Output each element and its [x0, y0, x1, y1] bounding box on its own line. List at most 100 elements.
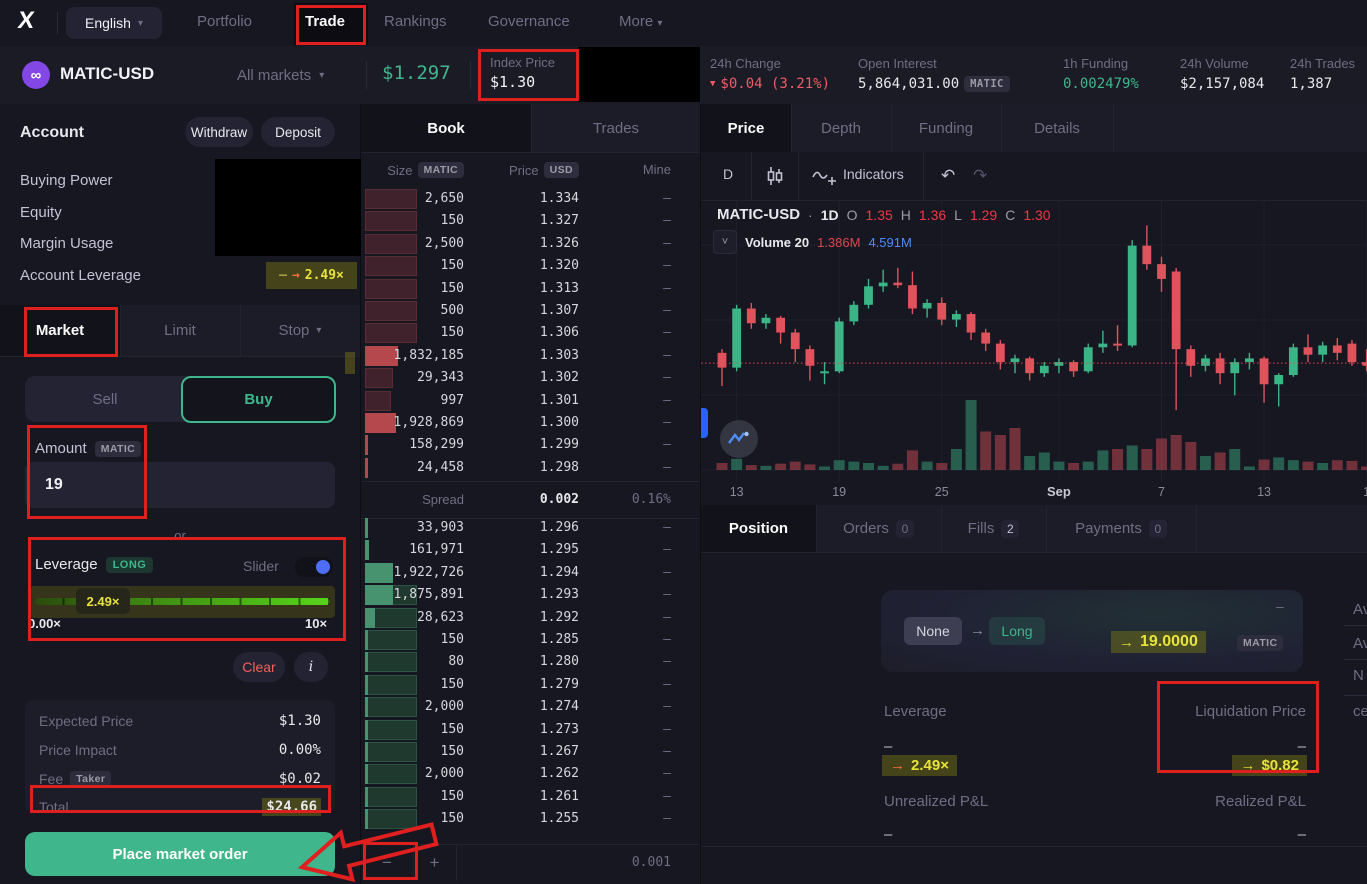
truncated-column-label: Av: [1353, 601, 1367, 618]
bid-row[interactable]: 1501.285–: [361, 629, 701, 651]
tab-stop[interactable]: Stop▾: [240, 305, 360, 356]
order-summary: Expected Price $1.30 Price Impact 0.00% …: [25, 700, 335, 812]
depth-bar-bright: [365, 458, 368, 478]
bid-row[interactable]: 801.280–: [361, 651, 701, 673]
equity-label: Equity: [20, 204, 62, 221]
x-axis-tick: 13: [1257, 485, 1271, 499]
price-cell: 1.295: [540, 542, 579, 557]
matic-unit-badge: MATIC: [418, 162, 464, 178]
ask-row[interactable]: 2,6501.334–: [361, 188, 701, 210]
ask-row[interactable]: 1501.313–: [361, 278, 701, 300]
bid-row[interactable]: 2,0001.274–: [361, 696, 701, 718]
ask-row[interactable]: 158,2991.299–: [361, 434, 701, 456]
ask-row[interactable]: 24,4581.298–: [361, 457, 701, 479]
bid-row[interactable]: 33,9031.296–: [361, 517, 701, 539]
size-cell: 161,971: [409, 542, 464, 557]
triangle-down-icon: ▼: [710, 79, 715, 89]
tab-depth[interactable]: Depth: [791, 104, 891, 152]
bid-row[interactable]: 2,0001.262–: [361, 763, 701, 785]
clear-button[interactable]: Clear: [233, 652, 285, 682]
indicators-button[interactable]: Indicators: [843, 166, 904, 182]
market-selector[interactable]: All markets ▾: [237, 67, 324, 84]
tab-fills[interactable]: Fills2: [941, 505, 1046, 552]
tab-book[interactable]: Book: [361, 104, 531, 152]
nav-item-portfolio[interactable]: Portfolio: [197, 13, 252, 30]
ask-row[interactable]: 9971.301–: [361, 390, 701, 412]
redo-icon[interactable]: ↷: [973, 166, 987, 186]
ask-row[interactable]: 5001.307–: [361, 300, 701, 322]
price-cell: 1.300: [540, 415, 579, 430]
bid-row[interactable]: 1501.267–: [361, 741, 701, 763]
expected-price-row: Expected Price $1.30: [39, 710, 321, 732]
undo-icon[interactable]: ↶: [941, 166, 955, 186]
nav-item-trade[interactable]: Trade: [305, 13, 345, 30]
position-leverage-label: Leverage: [884, 703, 947, 720]
nav-item-more[interactable]: More ▾: [619, 13, 662, 30]
deposit-button[interactable]: Deposit: [261, 117, 335, 147]
interval-button[interactable]: D: [723, 166, 733, 182]
price-cell: 1.280: [540, 654, 579, 669]
mine-cell: –: [663, 699, 671, 714]
chart-toolbar: D Indicators ↶ ↷: [701, 152, 1367, 201]
size-cell: 1,928,869: [394, 415, 464, 430]
tab-market[interactable]: Market: [0, 305, 120, 356]
ask-row[interactable]: 29,3431.302–: [361, 367, 701, 389]
redacted-region: [215, 159, 361, 256]
info-icon[interactable]: i: [294, 652, 328, 682]
slider-max-label: 10×: [305, 616, 327, 631]
position-from-badge: None: [904, 617, 962, 645]
ask-row[interactable]: 1501.306–: [361, 322, 701, 344]
bid-row[interactable]: 28,6231.292–: [361, 607, 701, 629]
bid-row[interactable]: 1,922,7261.294–: [361, 562, 701, 584]
amount-input[interactable]: 19: [25, 462, 335, 508]
size-cell: 33,903: [417, 520, 464, 535]
size-cell: 29,343: [417, 370, 464, 385]
bid-row[interactable]: 1501.279–: [361, 674, 701, 696]
tab-position[interactable]: Position: [701, 505, 816, 552]
withdraw-button[interactable]: Withdraw: [185, 117, 253, 147]
slider-min-label: 0.00×: [28, 616, 61, 631]
ask-row[interactable]: 1501.320–: [361, 255, 701, 277]
x-axis-tick: 19: [832, 485, 846, 499]
bid-row[interactable]: 1501.273–: [361, 719, 701, 741]
ask-row[interactable]: 1,832,1851.303–: [361, 345, 701, 367]
drawing-toolbar-collapse-tab[interactable]: [701, 408, 708, 438]
chevron-down-icon[interactable]: ˅: [713, 230, 737, 254]
buy-button[interactable]: Buy: [181, 376, 336, 423]
tab-orders[interactable]: Orders0: [816, 505, 941, 552]
bid-row[interactable]: 161,9711.295–: [361, 539, 701, 561]
ask-row[interactable]: 1,928,8691.300–: [361, 412, 701, 434]
tab-funding[interactable]: Funding: [891, 104, 1001, 152]
spread-percent: 0.16%: [632, 492, 671, 507]
price-cell: 1.274: [540, 699, 579, 714]
dydx-logo[interactable]: X: [16, 7, 36, 35]
candlestick-style-icon[interactable]: [763, 164, 787, 188]
nav-item-governance[interactable]: Governance: [488, 13, 570, 30]
mine-cell: –: [663, 766, 671, 781]
tab-limit[interactable]: Limit: [120, 305, 240, 356]
leverage-slider-handle[interactable]: 2.49×: [76, 588, 130, 614]
language-selector[interactable]: English ▾: [66, 7, 162, 39]
caret-down-icon: ▾: [316, 325, 321, 336]
positions-tabs: Position Orders0 Fills2 Payments0: [701, 505, 1367, 553]
sell-button[interactable]: Sell: [25, 376, 185, 422]
tradingview-logo[interactable]: [720, 420, 758, 458]
mine-cell: –: [663, 565, 671, 580]
top-nav: X English ▾ Portfolio Trade Rankings Gov…: [0, 0, 1367, 47]
tab-price[interactable]: Price: [701, 104, 791, 152]
tab-trades[interactable]: Trades: [531, 104, 701, 152]
tab-payments[interactable]: Payments0: [1046, 505, 1196, 552]
nav-item-rankings[interactable]: Rankings: [384, 13, 447, 30]
tab-details[interactable]: Details: [1001, 104, 1113, 152]
leverage-label: Leverage LONG: [35, 556, 153, 573]
depth-bar-bright: [365, 675, 368, 695]
caret-down-icon: ▾: [319, 70, 324, 81]
slider-toggle[interactable]: [295, 557, 333, 577]
ask-row[interactable]: 2,5001.326–: [361, 233, 701, 255]
position-amount: → 19.0000: [1111, 631, 1206, 653]
mine-column-header: Mine: [643, 162, 671, 177]
buying-power-label: Buying Power: [20, 172, 113, 189]
ask-row[interactable]: 1501.327–: [361, 210, 701, 232]
bid-row[interactable]: 1,875,8911.293–: [361, 584, 701, 606]
mine-cell: –: [663, 460, 671, 475]
